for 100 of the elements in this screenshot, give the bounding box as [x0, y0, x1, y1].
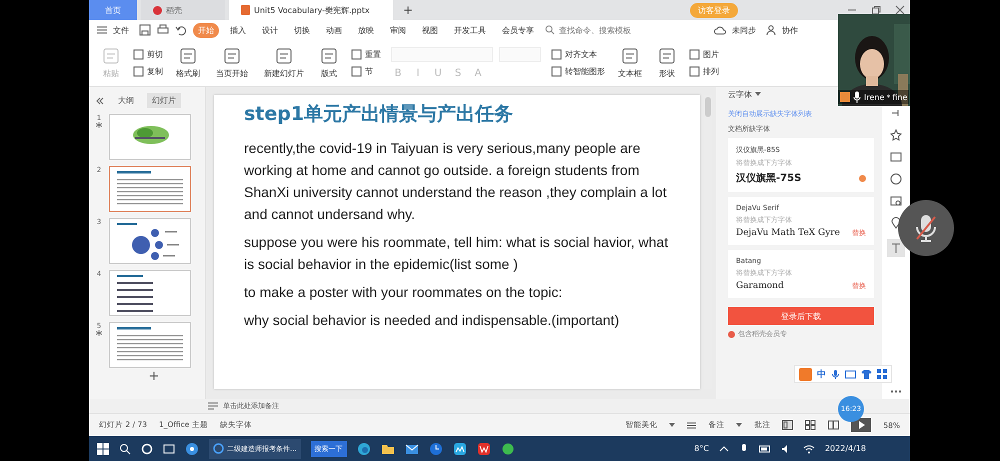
help-icon[interactable] — [890, 173, 902, 185]
book-icon[interactable] — [828, 420, 840, 430]
meeting-app-icon[interactable] — [452, 442, 467, 456]
shirt-icon[interactable] — [861, 369, 872, 379]
ribbon-button[interactable]: 图片 — [689, 49, 719, 60]
circle-icon[interactable] — [141, 442, 153, 454]
ribbon-button[interactable]: 对齐文本 — [551, 49, 605, 60]
ribbon-tab[interactable]: 开发工具 — [449, 22, 491, 38]
close-icon[interactable] — [895, 5, 905, 15]
ribbon-tab[interactable]: 切换 — [289, 22, 315, 38]
grid-view-icon[interactable] — [805, 420, 816, 430]
file-menu[interactable]: 文件 — [113, 24, 133, 36]
cloud-icon — [714, 25, 726, 35]
new-tab-button[interactable]: + — [397, 3, 420, 17]
participant-name: Irene＊fine — [864, 92, 908, 102]
muted-microphone-button[interactable] — [898, 200, 954, 256]
replacement-font-name: 汉仪旗黑-75S — [736, 172, 802, 185]
mail-icon[interactable] — [404, 442, 419, 456]
presentation-file-icon — [241, 5, 250, 15]
add-slide-button[interactable]: + — [148, 370, 160, 384]
ribbon-button[interactable]: 复制 — [133, 66, 163, 77]
slide-thumbnail[interactable] — [109, 270, 191, 316]
document-tab[interactable]: Unit5 Vocabulary-樊宪辉.pptx — [229, 0, 393, 20]
search-icon[interactable] — [119, 442, 131, 454]
task-view-icon[interactable] — [163, 442, 175, 454]
sync-status[interactable]: 未同步 — [732, 24, 756, 36]
ribbon-button[interactable]: 版式 — [317, 45, 341, 81]
collaborate-button[interactable]: 协作 — [782, 24, 798, 36]
play-icon[interactable] — [851, 418, 872, 432]
slide-paragraph: recently,the covid-19 in Taiyuan is very serious,many people are working at home and cannot go outside. a foreign students from ShanXi university cannot understand the reason ,they complain a lot and cannot undersand why. — [244, 139, 668, 224]
ribbon-button[interactable]: 新建幻灯片 — [261, 45, 307, 81]
scrollbar-thumb[interactable] — [705, 97, 711, 117]
slide-thumbnail[interactable] — [109, 166, 191, 212]
restore-icon[interactable] — [871, 5, 881, 15]
app-logo-icon — [153, 6, 162, 14]
ribbon-tab[interactable]: 审阅 — [385, 22, 411, 38]
ribbon-tab[interactable]: 设计 — [257, 22, 283, 38]
person-icon — [766, 25, 776, 35]
text-icon[interactable] — [887, 239, 905, 257]
slide-thumbnail[interactable] — [109, 114, 191, 160]
caret-icon[interactable] — [669, 423, 676, 427]
panel-title: 云字体 — [728, 88, 752, 100]
slide-title: step1单元产出情景与产出任务 — [244, 102, 514, 127]
input-method-logo-icon — [799, 368, 812, 380]
weather-temperature[interactable]: 8°C — [694, 444, 709, 453]
ribbon-button[interactable]: 文本框 — [615, 45, 645, 81]
slide-paragraph: to make a poster with your roommates on the topic: — [244, 283, 564, 302]
ribbon-tab[interactable]: 视图 — [417, 22, 443, 38]
more-icon[interactable] — [890, 390, 902, 393]
battery-icon — [758, 444, 771, 454]
browser-icon — [213, 443, 224, 454]
replacement-font-name: DejaVu Math TeX Gyre — [736, 228, 840, 238]
slide-paragraph: why social behavior is needed and indispensable.(important) — [244, 311, 620, 330]
microphone-icon — [853, 91, 861, 103]
caret-icon[interactable] — [736, 423, 742, 427]
image-icon[interactable] — [890, 195, 902, 207]
location-icon[interactable] — [890, 217, 902, 229]
normal-view-icon[interactable] — [782, 420, 794, 430]
ribbon-tab[interactable]: 放映 — [353, 22, 379, 38]
ribbon-tab[interactable]: 插入 — [225, 22, 251, 38]
ribbon-button[interactable]: 当页开始 — [213, 45, 251, 81]
chevron-up-icon[interactable] — [718, 444, 729, 454]
ribbon-button[interactable]: 重置 — [351, 49, 381, 60]
search-field[interactable]: 查找命令、搜索模板 — [545, 24, 651, 36]
ribbon-tab[interactable]: 会员专享 — [497, 22, 539, 38]
star-icon[interactable] — [890, 129, 902, 141]
slide-thumbnail[interactable] — [109, 218, 191, 264]
grid-icon[interactable] — [877, 369, 887, 379]
muted-microphone-icon — [913, 213, 939, 243]
user-icon — [840, 92, 850, 102]
ribbon-button[interactable]: 格式刷 — [173, 45, 203, 81]
wifi-icon — [802, 444, 815, 454]
clock-app-icon[interactable] — [428, 442, 443, 456]
caret-icon[interactable] — [755, 92, 761, 96]
menu-icon[interactable] — [97, 26, 107, 34]
slide-paragraph: suppose you were his roommate, tell him: what is social havior, what is social behavior in the epidemic(list some ) — [244, 233, 669, 274]
ribbon-button[interactable]: 形状 — [655, 45, 679, 81]
ribbon-button[interactable]: 转智能图形 — [551, 66, 605, 77]
collapse-icon[interactable] — [95, 96, 105, 106]
ribbon-button[interactable]: 排列 — [689, 66, 719, 77]
save-icon[interactable] — [139, 24, 151, 36]
document-tab[interactable]: 稻壳 — [141, 0, 225, 20]
slide-thumbnail[interactable] — [109, 322, 191, 368]
panel-tab[interactable]: 大纲 — [113, 93, 139, 108]
edge-browser-icon[interactable] — [356, 442, 371, 456]
print-icon[interactable] — [157, 24, 169, 36]
wps-office-icon[interactable] — [476, 442, 491, 456]
undo-icon[interactable] — [175, 24, 187, 36]
ribbon-button[interactable]: 节 — [351, 66, 381, 77]
chat-app-icon[interactable] — [500, 442, 515, 456]
ribbon-tab[interactable]: 动画 — [321, 22, 347, 38]
input-mode-toggle[interactable]: 中 — [817, 368, 826, 380]
windows-start-icon[interactable] — [97, 442, 109, 454]
notes-icon[interactable] — [687, 422, 696, 428]
ribbon-button[interactable]: 剪切 — [133, 49, 163, 60]
window-icon[interactable] — [890, 151, 902, 163]
panel-tab[interactable]: 幻灯片 — [147, 93, 181, 108]
taskbar-date: 2022/4/18 — [824, 444, 866, 453]
microphone-icon[interactable] — [831, 368, 840, 380]
keyboard-icon[interactable] — [845, 370, 856, 378]
